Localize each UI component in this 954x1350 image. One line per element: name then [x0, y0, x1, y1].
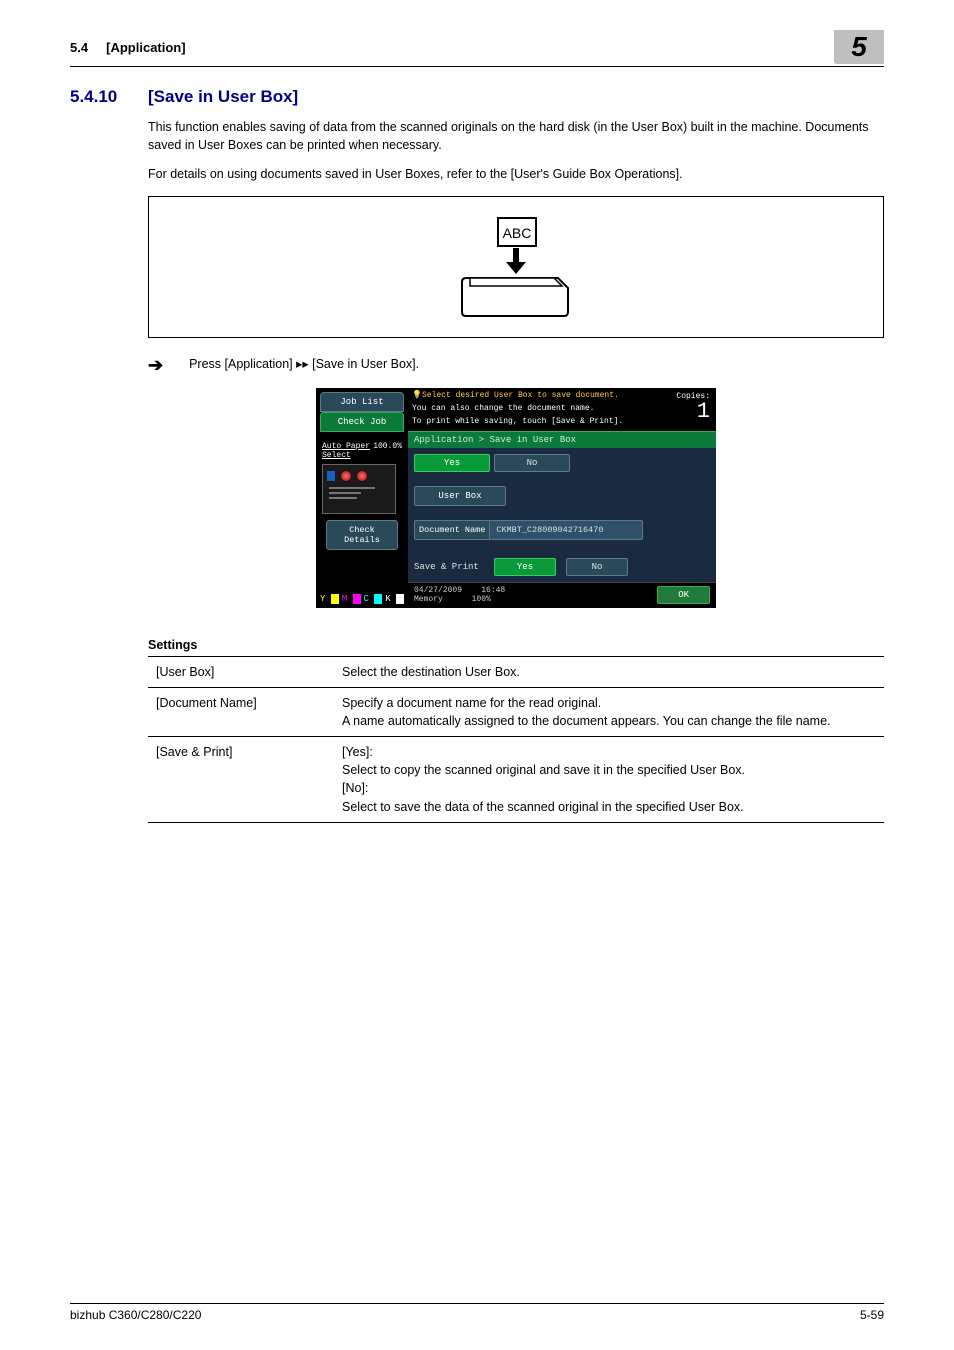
step-text: Press [Application] ▸▸ [Save in User Box… [189, 356, 419, 371]
footer-page-number: 5-59 [860, 1308, 884, 1322]
settings-heading: Settings [148, 638, 884, 652]
footer-memory-value: 100% [472, 595, 491, 604]
footer-time: 16:48 [481, 586, 505, 595]
table-row: [User Box] Select the destination User B… [148, 656, 884, 687]
doc-label: ABC [503, 225, 532, 241]
job-list-tab[interactable]: Job List [320, 392, 404, 412]
table-row: [Save & Print] [Yes]: Select to copy the… [148, 737, 884, 823]
ui-screenshot: Job List Check Job Auto Paper Select 100… [148, 388, 884, 608]
paragraph-1: This function enables saving of data fro… [148, 119, 884, 154]
footer-date: 04/27/2009 [414, 586, 462, 595]
setting-desc: Select the destination User Box. [334, 656, 884, 687]
toner-levels-icon: Y M C K [316, 590, 408, 608]
scanner-figure: ABC [148, 196, 884, 338]
ok-button[interactable]: OK [657, 586, 710, 604]
helper-text-3: To print while saving, touch [Save & Pri… [408, 417, 716, 430]
zoom-value: 100.0% [373, 442, 402, 460]
check-job-tab[interactable]: Check Job [320, 412, 404, 432]
helper-text-2: You can also change the document name. [408, 404, 716, 417]
save-print-yes-button[interactable]: Yes [494, 558, 556, 576]
paragraph-2: For details on using documents saved in … [148, 166, 884, 184]
header-section-number: 5.4 [70, 40, 88, 55]
footer-model: bizhub C360/C280/C220 [70, 1308, 201, 1322]
step-row: ➔ Press [Application] ▸▸ [Save in User B… [148, 356, 884, 374]
chapter-number-badge: 5 [834, 30, 884, 64]
helper-text-1: Select desired User Box to save document… [422, 391, 619, 400]
check-details-button[interactable]: Check Details [326, 520, 398, 550]
settings-table: [User Box] Select the destination User B… [148, 656, 884, 823]
arrow-right-icon: ➔ [148, 356, 163, 374]
status-bar: 04/27/2009 16:48 Memory 100% [414, 586, 505, 605]
auto-paper-label: Auto Paper Select [322, 442, 373, 460]
user-box-button[interactable]: User Box [414, 486, 506, 506]
footer-memory-label: Memory [414, 595, 443, 604]
preview-thumbnail [322, 464, 396, 514]
setting-desc: [Yes]: Select to copy the scanned origin… [334, 737, 884, 823]
copies-indicator: Copies: 1 [676, 392, 710, 423]
section-number: 5.4.10 [70, 87, 128, 107]
table-row: [Document Name] Specify a document name … [148, 687, 884, 736]
document-name-field[interactable]: CKMBT_C28009042716470 [490, 520, 643, 540]
setting-label: [Save & Print] [148, 737, 334, 823]
setting-label: [User Box] [148, 656, 334, 687]
breadcrumb: Application > Save in User Box [408, 431, 716, 448]
main-yes-button[interactable]: Yes [414, 454, 490, 472]
header-section-title: [Application] [106, 40, 185, 55]
scanner-icon: ABC [446, 212, 586, 322]
header-section-ref: 5.4 [Application] [70, 40, 186, 55]
page-footer: bizhub C360/C280/C220 5-59 [70, 1303, 884, 1322]
section-title: [Save in User Box] [148, 87, 298, 107]
page-header: 5.4 [Application] 5 [70, 30, 884, 67]
section-heading: 5.4.10 [Save in User Box] [70, 87, 884, 107]
main-no-button[interactable]: No [494, 454, 570, 472]
setting-desc: Specify a document name for the read ori… [334, 687, 884, 736]
copies-value: 1 [676, 401, 710, 423]
document-name-button[interactable]: Document Name [414, 520, 490, 540]
setting-label: [Document Name] [148, 687, 334, 736]
light-bulb-icon: 💡 [412, 391, 422, 400]
save-print-label: Save & Print [414, 562, 484, 572]
save-print-no-button[interactable]: No [566, 558, 628, 576]
